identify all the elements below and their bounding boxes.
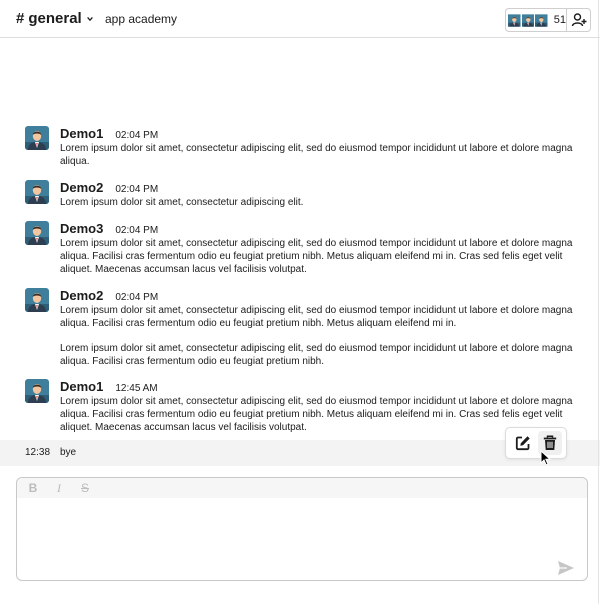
message-author[interactable]: Demo2: [60, 180, 103, 195]
message-timestamp: 02:04 PM: [115, 225, 159, 236]
message-author[interactable]: Demo3: [60, 221, 103, 236]
workspace-name: app academy: [105, 12, 178, 26]
avatar[interactable]: [25, 221, 49, 245]
chevron-down-icon: [86, 16, 93, 21]
trash-icon: [543, 435, 556, 450]
italic-button[interactable]: I: [53, 481, 65, 496]
member-avatar-icon: [535, 12, 548, 29]
message-composer[interactable]: B I S: [16, 477, 588, 581]
message-timestamp: 02:04 PM: [115, 130, 159, 141]
avatar[interactable]: [25, 126, 49, 150]
add-user-icon: [571, 13, 586, 27]
members-button[interactable]: 51: [505, 8, 567, 32]
message-timestamp: 02:04 PM: [115, 184, 159, 195]
message-author[interactable]: Demo2: [60, 288, 103, 303]
add-member-button[interactable]: [567, 8, 591, 32]
channel-name: general: [28, 10, 82, 27]
message-text: Lorem ipsum dolor sit amet, consectetur …: [60, 197, 304, 208]
channel-hash: #: [16, 10, 25, 27]
message-text: Lorem ipsum dolor sit amet, consectetur …: [60, 305, 573, 330]
message-author[interactable]: Demo1: [60, 126, 103, 141]
edit-message-button[interactable]: [511, 431, 535, 455]
channel-title-button[interactable]: # general: [16, 10, 94, 27]
message-timestamp: 12:38: [25, 447, 51, 458]
formatting-toolbar: B I S: [17, 478, 587, 498]
avatar[interactable]: [25, 288, 49, 312]
send-icon[interactable]: [557, 560, 575, 576]
member-avatar-icon: [508, 12, 521, 29]
channel-header: # general app academy 51: [0, 0, 600, 38]
avatar[interactable]: [25, 379, 49, 403]
message-author[interactable]: Demo1: [60, 379, 103, 394]
strikethrough-button[interactable]: S: [79, 481, 91, 495]
message-text: Lorem ipsum dolor sit amet, consectetur …: [60, 343, 573, 368]
member-count: 51: [553, 14, 566, 26]
member-avatar-icon: [522, 12, 535, 29]
edit-icon: [515, 436, 530, 451]
window-border: [598, 0, 599, 604]
bold-button[interactable]: B: [27, 481, 39, 495]
message-text: Lorem ipsum dolor sit amet, consectetur …: [60, 143, 573, 168]
message-text: bye: [60, 447, 77, 458]
message-text: Lorem ipsum dolor sit amet, consectetur …: [60, 238, 573, 276]
message-text: Lorem ipsum dolor sit amet, consectetur …: [60, 396, 573, 434]
mouse-cursor-icon: [540, 450, 552, 466]
message-actions-toolbar: [505, 427, 567, 459]
avatar[interactable]: [25, 180, 49, 204]
message-timestamp: 02:04 PM: [115, 292, 159, 303]
message-timestamp: 12:45 AM: [115, 383, 158, 394]
